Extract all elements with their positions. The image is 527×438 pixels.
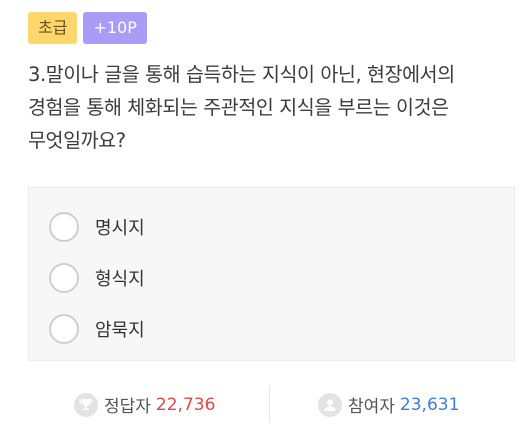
participants-count: 23,631 — [399, 394, 460, 415]
person-icon — [318, 392, 342, 417]
points-badge: +10P — [83, 12, 147, 44]
answer-option-3[interactable]: 암묵지 — [49, 312, 145, 346]
answer-option-label: 형식지 — [95, 269, 145, 290]
correct-count: 22,736 — [155, 394, 216, 415]
participants-count-stat: 참여자 23,631 — [318, 392, 459, 417]
radio-button[interactable] — [49, 263, 79, 293]
answer-option-1[interactable]: 명시지 — [49, 210, 145, 244]
answer-option-label: 명시지 — [95, 218, 145, 239]
radio-button[interactable] — [49, 314, 79, 344]
correct-count-stat: 정답자 22,736 — [74, 392, 215, 417]
level-badge: 초급 — [28, 12, 78, 44]
stats-divider — [269, 386, 270, 422]
quiz-stats: 정답자 22,736 참여자 23,631 — [0, 386, 527, 422]
trophy-icon — [74, 392, 98, 417]
answer-options: 명시지 형식지 암묵지 — [28, 187, 515, 361]
quiz-badges: 초급 +10P — [28, 12, 147, 44]
participants-label: 참여자 — [348, 397, 395, 417]
question-text: 3.말이나 글을 통해 습득하는 지식이 아닌, 현장에서의 경험을 통해 체화… — [28, 63, 455, 152]
answer-option-2[interactable]: 형식지 — [49, 261, 145, 295]
answer-option-label: 암묵지 — [95, 320, 145, 341]
correct-label: 정답자 — [104, 397, 151, 417]
radio-button[interactable] — [49, 212, 79, 242]
